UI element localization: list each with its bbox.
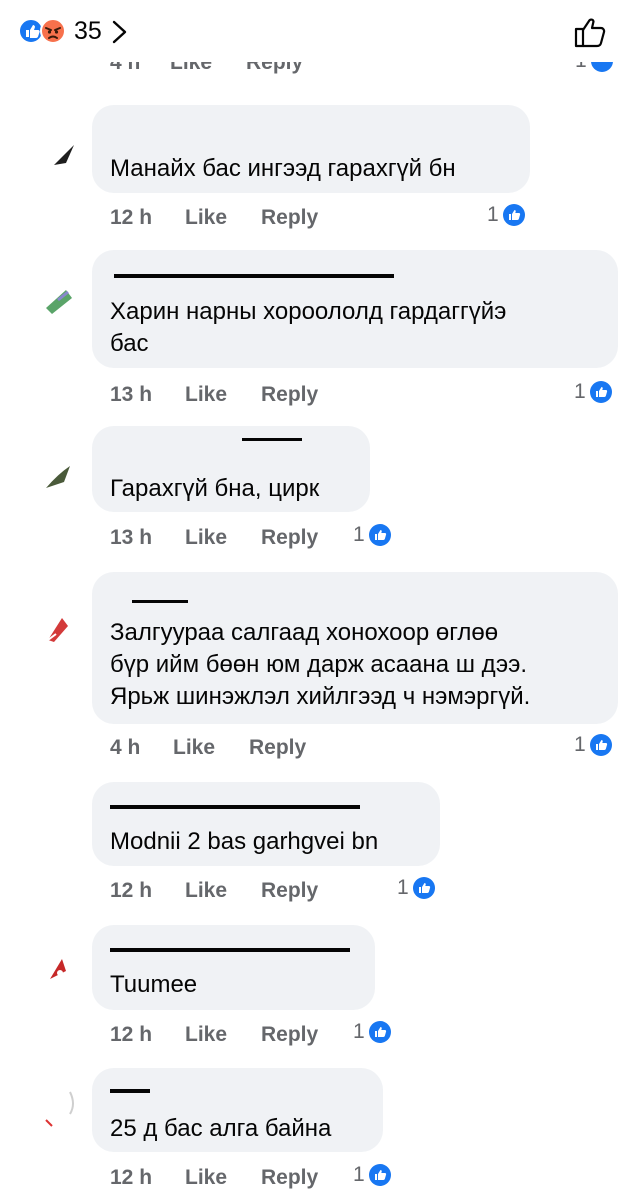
comment-time: 13 h — [110, 526, 153, 549]
reaction-chip[interactable]: 1 — [487, 200, 526, 230]
reply-link[interactable]: Reply — [261, 879, 318, 903]
reaction-chip[interactable]: 1 — [353, 1160, 392, 1190]
comment-bubble[interactable]: Modnii 2 bas garhgvei bn — [92, 782, 440, 866]
comment-text: Гарахгүй бна, цирк — [110, 475, 320, 502]
commenter-name[interactable] — [110, 1086, 150, 1094]
comment-text: Modnii 2 bas garhgvei bn — [110, 828, 379, 855]
comment-bubble[interactable]: Tuumee — [92, 925, 375, 1010]
chevron-right-icon[interactable] — [108, 19, 132, 45]
reaction-count[interactable]: 35 — [74, 16, 102, 46]
like-icon — [368, 1021, 391, 1043]
avatar[interactable] — [36, 1084, 82, 1130]
like-link[interactable]: Like — [185, 206, 261, 230]
comment-actions: 12 h Like Reply — [110, 876, 318, 906]
comment-text: 25 д бас алга байна — [110, 1115, 332, 1142]
like-link[interactable]: Like — [185, 526, 261, 550]
like-icon — [368, 1164, 391, 1186]
comment-time: 12 h — [110, 1166, 153, 1189]
comment-bubble[interactable]: 25 д бас алга байна — [92, 1068, 383, 1152]
reaction-chip[interactable]: 1 — [353, 1017, 392, 1047]
like-icon — [589, 381, 612, 403]
reply-link[interactable]: Reply — [261, 1023, 318, 1047]
comment-time: 12 h — [110, 206, 153, 229]
like-link[interactable]: Like — [185, 383, 261, 407]
comment-actions: 12 h Like Reply — [110, 1020, 318, 1050]
comment-text: Залгуураа салгаад хонохоор өглөө бүр ийм… — [110, 619, 531, 710]
reaction-count-label: 1 — [353, 523, 365, 546]
reply-link[interactable]: Reply — [249, 736, 306, 760]
avatar[interactable] — [36, 943, 82, 989]
comment-actions: 4 h Like Reply — [110, 733, 306, 763]
comment-bubble[interactable]: Гарахгүй бна, цирк — [92, 426, 370, 512]
avatar[interactable] — [36, 604, 82, 650]
reaction-chip[interactable]: 1 — [353, 520, 392, 550]
like-link[interactable]: Like — [185, 1023, 261, 1047]
comment-actions: 13 h Like Reply — [110, 523, 318, 553]
commenter-name[interactable] — [110, 802, 360, 810]
reply-link[interactable]: Reply — [261, 206, 318, 230]
reaction-count-label: 1 — [574, 733, 586, 756]
reaction-count-label: 1 — [353, 1020, 365, 1043]
avatar[interactable] — [36, 278, 82, 324]
like-icon — [590, 62, 613, 72]
commenter-name[interactable] — [114, 268, 394, 278]
commenter-name[interactable] — [110, 945, 350, 953]
commenter-name[interactable] — [242, 436, 302, 442]
comment-actions: 12 h Like Reply — [110, 1163, 318, 1193]
like-link[interactable]: Like — [185, 879, 261, 903]
avatar[interactable] — [36, 135, 82, 181]
comment-text: Манайх бас ингээд гарахгүй бн — [110, 155, 456, 182]
reaction-count-label: 1 — [353, 1163, 365, 1186]
reply-link[interactable]: Reply — [261, 526, 318, 550]
like-link[interactable]: Like — [173, 736, 249, 760]
comment-text: Tuumee — [110, 971, 198, 998]
reply-link[interactable]: Reply — [261, 383, 318, 407]
comment-time: 4 h — [110, 736, 141, 759]
reactions-header: 35 — [0, 0, 637, 62]
comment-time: 12 h — [110, 879, 153, 902]
comment-bubble[interactable]: Харин нарны хороололд гардаггүйэ бас — [92, 250, 618, 368]
reaction-chip[interactable]: 1 — [574, 730, 613, 760]
commenter-name[interactable] — [132, 598, 188, 604]
like-link[interactable]: Like — [170, 62, 246, 75]
comment-text: Харин нарны хороололд гардаггүйэ бас — [110, 298, 507, 357]
like-icon — [368, 524, 391, 546]
like-link[interactable]: Like — [185, 1166, 261, 1190]
reaction-count-label: 1 — [574, 380, 586, 403]
comment-bubble[interactable]: Залгуураа салгаад хонохоор өглөө бүр ийм… — [92, 572, 618, 724]
reaction-chip[interactable]: 1 — [397, 873, 436, 903]
reaction-count-label: 1 — [397, 876, 409, 899]
reply-link[interactable]: Reply — [246, 62, 303, 75]
like-icon — [502, 204, 525, 226]
reply-link[interactable]: Reply — [261, 1166, 318, 1190]
reactions-summary-icons[interactable] — [18, 17, 70, 45]
avatar[interactable] — [36, 456, 82, 502]
comment-time: 4 h — [110, 62, 141, 74]
reaction-count-label: 1 — [487, 203, 499, 226]
like-icon — [412, 877, 435, 899]
comment-actions: 12 h Like Reply — [110, 203, 318, 233]
comment-actions: 13 h Like Reply — [110, 380, 318, 410]
partial-comment-meta: 4 h Like Reply 1 — [0, 62, 637, 84]
reaction-chip[interactable]: 1 — [574, 377, 613, 407]
thumbs-up-icon[interactable] — [572, 14, 608, 50]
comment-time: 13 h — [110, 383, 153, 406]
comment-time: 12 h — [110, 1023, 153, 1046]
reaction-count-label: 1 — [575, 62, 587, 73]
comment-bubble[interactable]: Манайх бас ингээд гарахгүй бн — [92, 105, 530, 193]
like-icon — [589, 734, 612, 756]
